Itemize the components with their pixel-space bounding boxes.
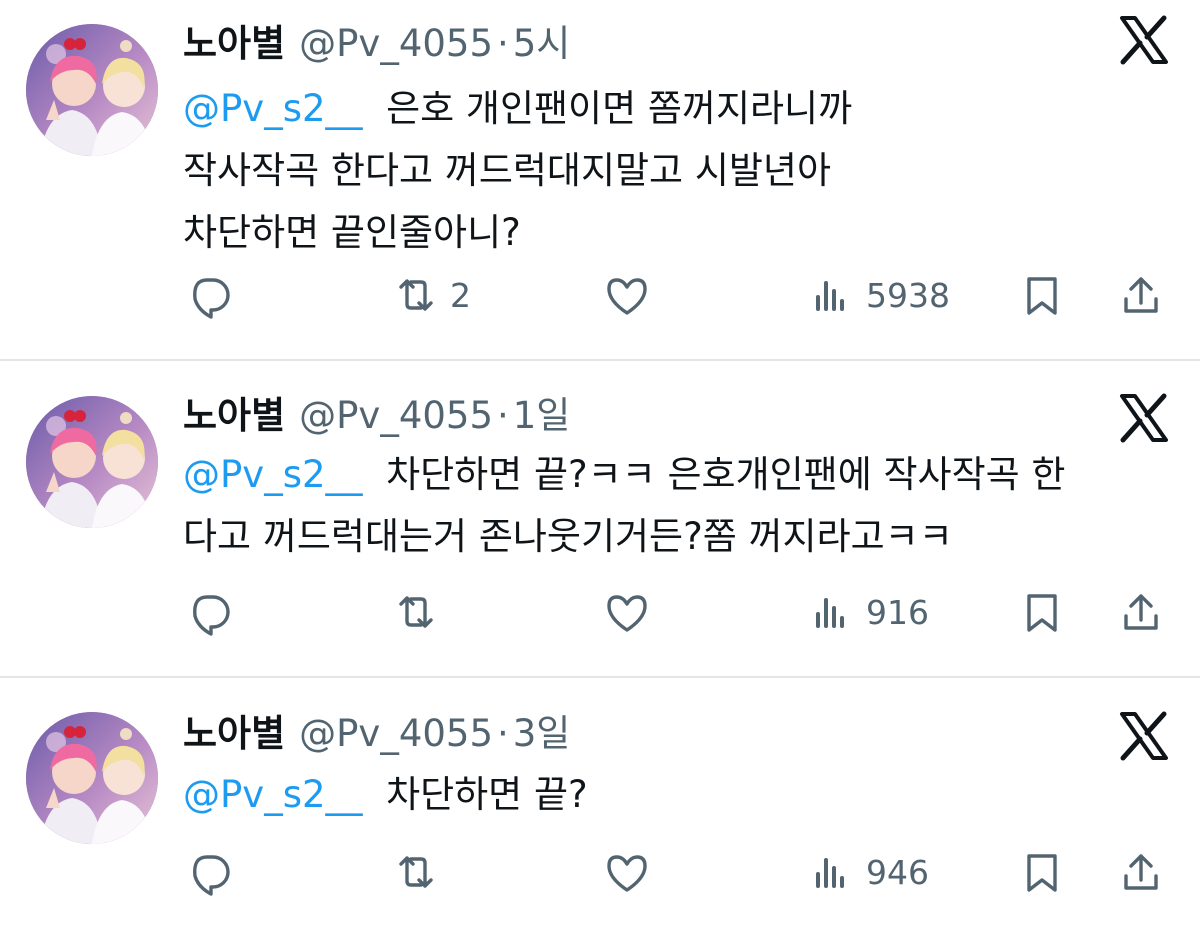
retweet-icon xyxy=(399,856,433,888)
tweet-text: @Pv_s2__ 은호 개인팬이면 쫌꺼지라니까 작사작곡 한다고 꺼드럭대지말… xyxy=(183,78,1143,264)
avatar[interactable] xyxy=(26,24,158,156)
retweet-button[interactable] xyxy=(392,842,450,902)
tweet-header: 노아별 @Pv_4055 · 5시 xyxy=(183,22,570,66)
views-count: 5938 xyxy=(866,275,950,315)
views-icon xyxy=(816,598,844,628)
separator-dot: · xyxy=(497,22,509,65)
share-icon xyxy=(1124,594,1158,630)
mention-link[interactable]: @Pv_s2__ xyxy=(183,453,363,496)
retweet-button[interactable] xyxy=(392,582,450,642)
tweet-text: @Pv_s2__ 차단하면 끝? xyxy=(183,764,1143,826)
x-logo-icon xyxy=(1118,710,1170,762)
reply-icon xyxy=(193,278,230,319)
tweet-body-text: 차단하면 끝? xyxy=(386,773,588,816)
bookmark-button[interactable] xyxy=(1018,265,1066,325)
like-icon xyxy=(607,855,647,892)
retweet-count: 2 xyxy=(450,275,471,315)
user-handle[interactable]: @Pv_4055 xyxy=(299,394,493,437)
share-button[interactable] xyxy=(1117,265,1165,325)
separator-dot: · xyxy=(497,394,509,437)
action-bar: 2 5938 xyxy=(0,265,1200,325)
views-count: 946 xyxy=(866,852,929,892)
avatar[interactable] xyxy=(26,712,158,844)
bookmark-button[interactable] xyxy=(1018,842,1066,902)
tweet-header: 노아별 @Pv_4055 · 1일 xyxy=(183,394,570,438)
views-button[interactable]: 916 xyxy=(808,582,929,642)
views-button[interactable]: 946 xyxy=(808,842,929,902)
mention-link[interactable]: @Pv_s2__ xyxy=(183,87,363,130)
x-logo-icon xyxy=(1118,14,1170,66)
avatar[interactable] xyxy=(26,396,158,528)
share-icon xyxy=(1124,277,1158,313)
tweet-text: @Pv_s2__ 차단하면 끝?ㅋㅋ 은호개인팬에 작사작곡 한 다고 꺼드럭대… xyxy=(183,444,1143,568)
reply-button[interactable] xyxy=(186,842,234,902)
separator-dot: · xyxy=(497,712,509,755)
display-name[interactable]: 노아별 xyxy=(183,394,285,437)
share-icon xyxy=(1124,854,1158,890)
bookmark-button[interactable] xyxy=(1018,582,1066,642)
views-icon xyxy=(816,281,844,311)
tweet-item[interactable]: 노아별 @Pv_4055 · 1일 @Pv_s2__ 차단하면 끝?ㅋㅋ 은호개인팬에… xyxy=(0,360,1200,676)
like-button[interactable] xyxy=(603,582,651,642)
like-button[interactable] xyxy=(603,842,651,902)
views-icon xyxy=(816,858,844,888)
bookmark-icon xyxy=(1027,277,1057,315)
timestamp[interactable]: 1일 xyxy=(513,394,571,437)
bookmark-icon xyxy=(1027,854,1057,892)
action-bar: 946 xyxy=(0,842,1200,902)
tweet-header: 노아별 @Pv_4055 · 3일 xyxy=(183,712,570,756)
reply-button[interactable] xyxy=(186,265,234,325)
retweet-icon xyxy=(399,596,433,628)
reply-button[interactable] xyxy=(186,582,234,642)
reply-icon xyxy=(193,595,230,636)
retweet-button[interactable]: 2 xyxy=(392,265,471,325)
action-bar: 916 xyxy=(0,582,1200,642)
like-icon xyxy=(607,595,647,632)
retweet-icon xyxy=(399,279,433,311)
display-name[interactable]: 노아별 xyxy=(183,712,285,755)
mention-link[interactable]: @Pv_s2__ xyxy=(183,773,363,816)
timestamp[interactable]: 3일 xyxy=(513,712,571,755)
like-icon xyxy=(607,278,647,315)
timestamp[interactable]: 5시 xyxy=(513,22,571,65)
tweet-item[interactable]: 노아별 @Pv_4055 · 5시 @Pv_s2__ 은호 개인팬이면 쫌꺼지라니까 … xyxy=(0,0,1200,360)
views-count: 916 xyxy=(866,592,929,632)
bookmark-icon xyxy=(1027,594,1057,632)
like-button[interactable] xyxy=(603,265,651,325)
share-button[interactable] xyxy=(1117,582,1165,642)
tweet-item[interactable]: 노아별 @Pv_4055 · 3일 @Pv_s2__ 차단하면 끝? 946 xyxy=(0,678,1200,934)
views-button[interactable]: 5938 xyxy=(808,265,950,325)
reply-icon xyxy=(193,855,230,896)
display-name[interactable]: 노아별 xyxy=(183,22,285,65)
share-button[interactable] xyxy=(1117,842,1165,902)
user-handle[interactable]: @Pv_4055 xyxy=(299,22,493,65)
user-handle[interactable]: @Pv_4055 xyxy=(299,712,493,755)
x-logo-icon xyxy=(1118,392,1170,444)
